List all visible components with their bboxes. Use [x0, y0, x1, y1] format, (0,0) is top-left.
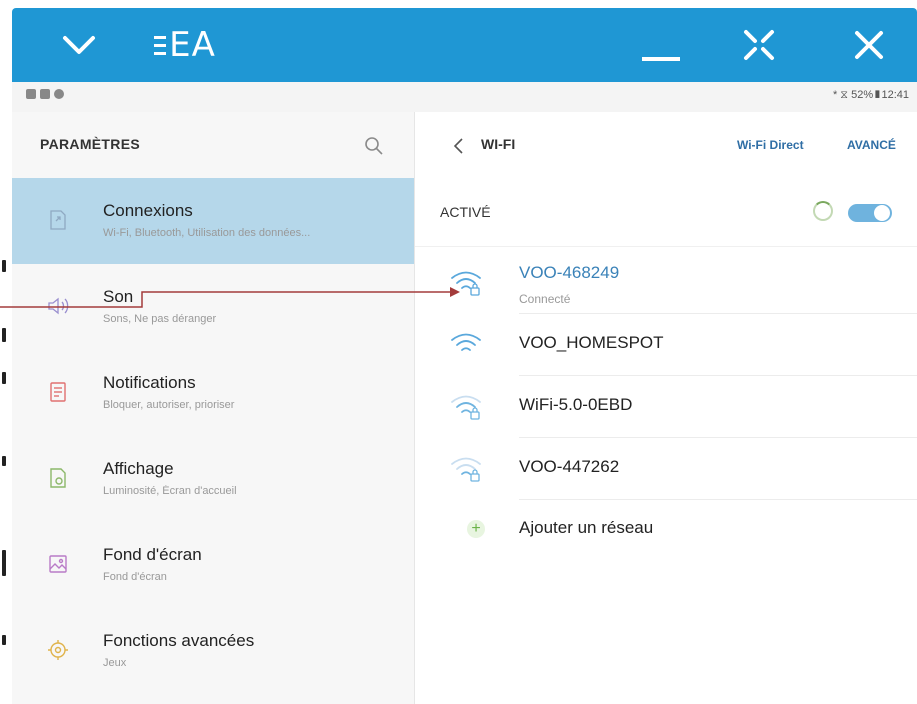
wifi-toggle[interactable]	[848, 204, 892, 222]
settings-header: PARAMÈTRES	[12, 112, 414, 178]
settings-title: PARAMÈTRES	[40, 136, 140, 152]
menu-item-notifications[interactable]: Notifications Bloquer, autoriser, priori…	[12, 350, 414, 436]
wifi-title: WI-FI	[481, 136, 516, 152]
wifi-master-switch-row[interactable]: ACTIVÉ	[415, 178, 917, 247]
menu-item-title: Connexions	[103, 201, 193, 220]
edge-mark	[2, 372, 6, 384]
menu-item-subtitle: Jeux	[103, 657, 127, 669]
scanning-spinner-icon	[813, 201, 833, 221]
fullscreen-icon[interactable]	[734, 8, 784, 82]
back-arrow-icon[interactable]	[449, 134, 469, 158]
menu-item-title: Son	[103, 287, 134, 306]
edge-mark	[2, 635, 6, 645]
network-item-connected[interactable]: VOO-468249 Connecté	[415, 252, 917, 314]
menu-item-subtitle: Luminosité, Écran d'accueil	[103, 485, 237, 497]
wifi-direct-button[interactable]: Wi-Fi Direct	[737, 138, 804, 152]
network-name: VOO_HOMESPOT	[519, 333, 664, 352]
active-label: ACTIVÉ	[440, 204, 491, 220]
toggle-knob	[874, 205, 890, 221]
network-status: Connecté	[519, 292, 571, 306]
wifi-header: WI-FI Wi-Fi Direct AVANCÉ	[415, 112, 917, 178]
search-icon[interactable]	[362, 134, 386, 158]
advanced-button[interactable]: AVANCÉ	[847, 138, 896, 152]
menu-item-subtitle: Wi-Fi, Bluetooth, Utilisation des donnée…	[103, 227, 311, 239]
notifications-icon	[46, 380, 70, 404]
menu-item-fonctions-avancees[interactable]: Fonctions avancées Jeux	[12, 608, 414, 694]
mail-icon	[40, 89, 50, 99]
menu-item-son[interactable]: Son Sons, Ne pas déranger	[12, 264, 414, 350]
network-item[interactable]: VOO-447262	[415, 438, 917, 500]
menu-item-title: Notifications	[103, 373, 196, 392]
menu-item-affichage[interactable]: Affichage Luminosité, Écran d'accueil	[12, 436, 414, 522]
menu-item-title: Fonctions avancées	[103, 631, 255, 650]
app-logo-text: EA	[169, 25, 216, 65]
edge-mark	[2, 328, 6, 342]
sync-icon	[54, 89, 64, 99]
advanced-features-icon	[46, 638, 70, 662]
wifi-secured-icon	[449, 392, 485, 422]
network-item[interactable]: WiFi-5.0-0EBD	[415, 376, 917, 438]
network-name: VOO-447262	[519, 457, 620, 476]
network-item[interactable]: VOO_HOMESPOT	[415, 314, 917, 376]
network-name: WiFi-5.0-0EBD	[519, 395, 633, 414]
add-network-label: Ajouter un réseau	[519, 518, 654, 537]
close-icon[interactable]	[844, 8, 894, 82]
plus-icon: +	[467, 520, 485, 538]
status-bar: * ⧖ 52%▮12:41	[12, 82, 917, 112]
menu-item-connexions[interactable]: Connexions Wi-Fi, Bluetooth, Utilisation…	[12, 178, 414, 264]
title-bar: EA	[12, 8, 917, 82]
wifi-icon	[449, 330, 485, 360]
wifi-pane: WI-FI Wi-Fi Direct AVANCÉ ACTIVÉ VOO-468…	[415, 112, 917, 704]
left-edge-strip	[0, 0, 12, 704]
wallpaper-icon	[46, 552, 70, 576]
wifi-secured-icon	[449, 454, 485, 484]
edge-mark	[2, 456, 6, 466]
app-logo: EA	[150, 8, 220, 82]
network-name: VOO-468249	[519, 263, 620, 282]
menu-item-title: Affichage	[103, 459, 174, 478]
notification-icons	[26, 89, 64, 99]
add-network-button[interactable]: + Ajouter un réseau	[415, 500, 917, 562]
menu-item-fond-ecran[interactable]: Fond d'écran Fond d'écran	[12, 522, 414, 608]
settings-pane: PARAMÈTRES Connexions Wi-Fi, Bluetooth, …	[12, 112, 415, 704]
display-icon	[46, 466, 70, 490]
wifi-secured-icon	[449, 268, 485, 298]
edge-mark	[2, 550, 6, 576]
menu-item-subtitle: Bloquer, autoriser, prioriser	[103, 399, 235, 411]
menu-item-subtitle: Fond d'écran	[103, 571, 167, 583]
menu-item-subtitle: Sons, Ne pas déranger	[103, 313, 217, 325]
sound-icon	[46, 294, 70, 318]
chevron-down-icon[interactable]	[52, 8, 106, 82]
menu-item-title: Fond d'écran	[103, 545, 202, 564]
edge-mark	[2, 260, 6, 272]
connections-icon	[46, 208, 70, 232]
minimize-icon[interactable]	[638, 8, 684, 82]
notification-icon	[26, 89, 36, 99]
status-right: * ⧖ 52%▮12:41	[832, 89, 909, 101]
app-window: EA * ⧖ 52%▮12:41 PARAMÈTRES Connexions W…	[12, 0, 917, 704]
